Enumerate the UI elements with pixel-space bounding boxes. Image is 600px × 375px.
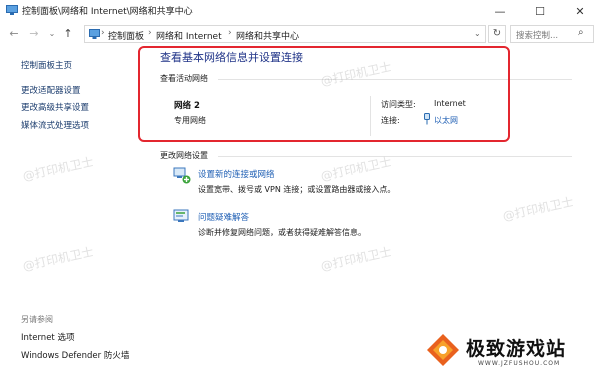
minimize-button[interactable]: — bbox=[480, 0, 520, 22]
search-icon[interactable]: ⌕ bbox=[578, 27, 584, 38]
breadcrumb-separator: › bbox=[228, 28, 232, 38]
section-divider bbox=[218, 156, 572, 157]
search-placeholder: 搜索控制... bbox=[516, 31, 559, 41]
troubleshoot-icon bbox=[173, 209, 189, 222]
brand-logo: 极致游戏站 WWW.JZFUSHOU.COM bbox=[412, 325, 600, 375]
new-connection-icon bbox=[173, 167, 191, 184]
up-arrow-icon[interactable]: ↑ bbox=[60, 26, 76, 42]
troubleshoot-desc: 诊断并修复网络问题，或者获得疑难解答信息。 bbox=[198, 228, 366, 237]
watermark: @打印机卫士 bbox=[501, 194, 575, 224]
watermark: @打印机卫士 bbox=[319, 154, 393, 184]
breadcrumb-separator: › bbox=[148, 28, 152, 38]
brand-emblem-icon bbox=[427, 334, 459, 366]
sidebar-link-media-streaming[interactable]: 媒体流式处理选项 bbox=[21, 119, 89, 131]
breadcrumb-separator: › bbox=[101, 28, 105, 38]
setup-connection-desc: 设置宽带、拨号或 VPN 连接；或设置路由器或接入点。 bbox=[198, 185, 396, 194]
breadcrumb-sharing-center[interactable]: 网络和共享中心 bbox=[236, 29, 299, 42]
recent-chevron-icon[interactable]: ⌄ bbox=[44, 26, 60, 42]
watermark: @打印机卫士 bbox=[319, 244, 393, 274]
breadcrumb-control-panel[interactable]: 控制面板 bbox=[108, 29, 144, 42]
refresh-icon[interactable]: ↻ bbox=[488, 25, 506, 43]
forward-arrow-icon[interactable]: → bbox=[26, 26, 42, 42]
troubleshoot-link[interactable]: 问题疑难解答 bbox=[198, 211, 249, 223]
window-title: 控制面板\网络和 Internet\网络和共享中心 bbox=[22, 7, 193, 17]
brand-url: WWW.JZFUSHOU.COM bbox=[478, 360, 561, 367]
maximize-button[interactable]: ☐ bbox=[520, 0, 560, 22]
sidebar-link-internet-options[interactable]: Internet 选项 bbox=[21, 331, 74, 343]
close-button[interactable]: ✕ bbox=[560, 0, 600, 22]
highlight-box bbox=[138, 46, 510, 142]
change-settings-heading: 更改网络设置 bbox=[160, 151, 208, 160]
brand-name: 极致游戏站 bbox=[466, 338, 567, 360]
back-arrow-icon[interactable]: ← bbox=[6, 26, 22, 42]
sidebar-link-advanced-sharing[interactable]: 更改高级共享设置 bbox=[21, 101, 89, 113]
control-panel-icon bbox=[6, 5, 18, 15]
sidebar-link-adapter[interactable]: 更改适配器设置 bbox=[21, 84, 81, 96]
breadcrumb-network-internet[interactable]: 网络和 Internet bbox=[156, 29, 222, 42]
sidebar-link-home[interactable]: 控制面板主页 bbox=[21, 59, 72, 71]
setup-connection-link[interactable]: 设置新的连接或网络 bbox=[198, 168, 275, 180]
control-panel-icon bbox=[89, 29, 100, 39]
see-also-label: 另请参阅 bbox=[21, 315, 53, 324]
sidebar-link-firewall[interactable]: Windows Defender 防火墙 bbox=[21, 349, 129, 361]
address-dropdown-icon[interactable]: ⌄ bbox=[474, 29, 481, 38]
